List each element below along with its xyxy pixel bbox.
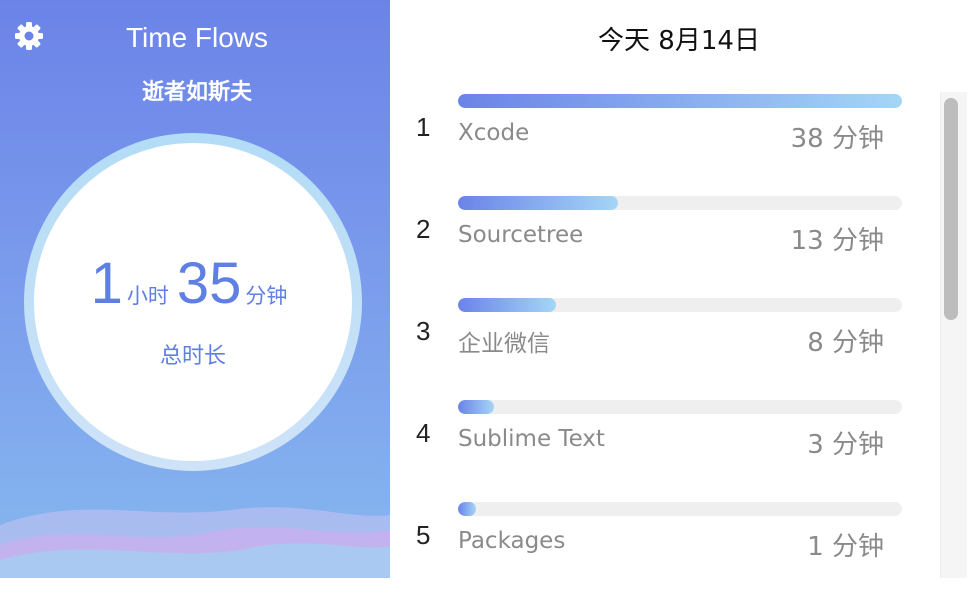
usage-bar-fill xyxy=(458,196,618,210)
usage-bar-fill xyxy=(458,400,494,414)
usage-bar-track xyxy=(458,94,902,108)
summary-panel: Time Flows 逝者如斯夫 1 小时 35 分钟 总时长 xyxy=(0,0,390,578)
scrollbar-thumb[interactable] xyxy=(944,98,958,320)
usage-bar-track xyxy=(458,400,902,414)
usage-bar-fill xyxy=(458,502,476,516)
total-duration: 1 小时 35 分钟 xyxy=(34,250,352,317)
app-subtitle: 逝者如斯夫 xyxy=(141,80,252,105)
list-item[interactable]: 3 企业微信 8 分钟 xyxy=(390,298,950,398)
usage-bar-track xyxy=(458,502,902,516)
date-header: 今天 8月14日 xyxy=(598,26,760,56)
app-duration: 13 分钟 xyxy=(790,226,884,256)
usage-bar-fill xyxy=(458,94,902,108)
total-minutes-unit: 分钟 xyxy=(245,284,288,308)
total-minutes: 35 xyxy=(176,251,242,316)
app-duration: 3 分钟 xyxy=(807,430,884,460)
total-hours: 1 xyxy=(90,251,123,316)
app-name: Sublime Text xyxy=(458,426,605,452)
rank-number: 5 xyxy=(416,520,431,550)
rank-number: 1 xyxy=(416,112,431,142)
list-item[interactable]: 1 Xcode 38 分钟 xyxy=(390,94,950,194)
list-item[interactable]: 5 Packages 1 分钟 xyxy=(390,502,950,602)
app-name: 企业微信 xyxy=(458,331,550,357)
list-item[interactable]: 2 Sourcetree 13 分钟 xyxy=(390,196,950,296)
usage-list-panel: 今天 8月14日 1 Xcode 38 分钟 2 Sourcetree 13 分… xyxy=(390,0,968,578)
app-title: Time Flows xyxy=(125,22,269,53)
app-window: Time Flows 逝者如斯夫 1 小时 35 分钟 总时长 今天 8月14日 1 … xyxy=(0,0,968,578)
app-duration: 1 分钟 xyxy=(807,532,884,562)
list-item[interactable]: 4 Sublime Text 3 分钟 xyxy=(390,400,950,500)
total-hours-unit: 小时 xyxy=(126,284,169,308)
usage-bar-track xyxy=(458,196,902,210)
usage-bar-fill xyxy=(458,298,556,312)
rank-number: 2 xyxy=(416,214,431,244)
rank-number: 3 xyxy=(416,316,431,346)
app-duration: 8 分钟 xyxy=(807,328,884,358)
app-name: Xcode xyxy=(458,120,530,146)
usage-bar-track xyxy=(458,298,902,312)
total-label: 总时长 xyxy=(159,344,226,369)
rank-number: 4 xyxy=(416,418,431,448)
app-name: Sourcetree xyxy=(458,222,584,248)
app-name: Packages xyxy=(458,528,566,554)
app-duration: 38 分钟 xyxy=(790,124,884,154)
